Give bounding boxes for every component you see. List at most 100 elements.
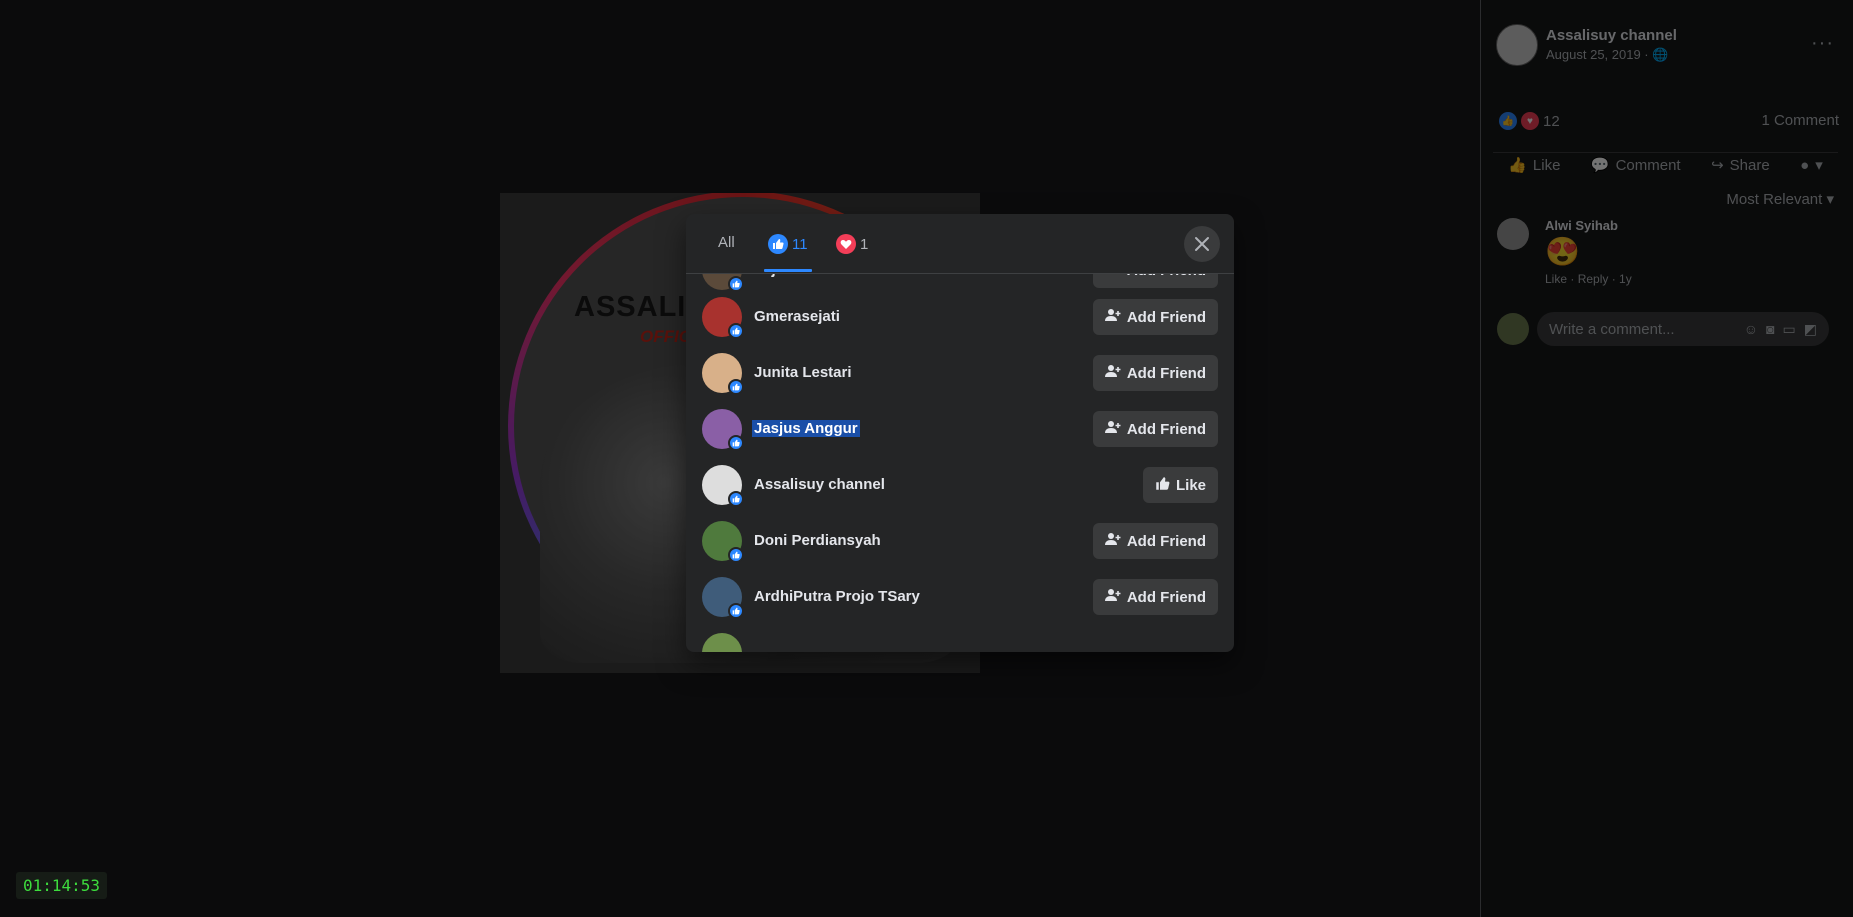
button-label: Add Friend — [1126, 532, 1206, 550]
share-button[interactable]: ↪ Share — [1711, 156, 1770, 175]
clock-timer: 01:14:53 — [16, 872, 108, 899]
reactor-row: Junita Lestari Add Friend — [686, 345, 1234, 401]
reactor-row: Gmerasejati Add Friend — [686, 289, 1234, 345]
sort-label: Most Relevant — [1726, 191, 1823, 208]
like-count: 11 — [792, 235, 808, 253]
gif-icon[interactable]: ▭ — [1783, 321, 1796, 337]
comments-count[interactable]: 1 Comment — [1761, 112, 1839, 130]
add-friend-icon — [1104, 420, 1121, 438]
like-reaction-icon — [768, 234, 788, 254]
thumbs-up-icon — [1155, 476, 1170, 495]
write-comment-input[interactable]: Write a comment... ☺ ◙ ▭ ◩ — [1537, 312, 1829, 346]
tab-love[interactable]: 1 — [836, 234, 868, 254]
current-user-avatar — [1497, 313, 1529, 345]
add-friend-icon — [1104, 308, 1121, 326]
reactor-avatar[interactable] — [702, 633, 742, 652]
close-icon — [1195, 237, 1209, 251]
reactor-name[interactable]: ArdhiPutra Projo TSary — [754, 588, 920, 605]
reaction-tabs: All 11 1 — [686, 214, 1234, 274]
add-friend-icon — [1104, 364, 1121, 382]
reactor-name[interactable]: Doni Perdiansyah — [754, 532, 881, 549]
like-reaction-icon: 👍 — [1499, 112, 1517, 130]
button-label: Like — [1175, 476, 1206, 494]
love-reaction-icon: ♥ — [1521, 112, 1539, 130]
reactor-name[interactable]: Gmerasejati — [754, 308, 840, 325]
post-actions: 👍 Like 💬 Comment ↪ Share ● ▾ — [1493, 152, 1838, 174]
commenter-avatar[interactable] — [1497, 218, 1529, 250]
audience-selector[interactable]: ● ▾ — [1800, 156, 1823, 175]
share-icon: ↪ — [1711, 157, 1724, 174]
like-badge-icon — [728, 547, 744, 563]
like-badge-icon — [728, 379, 744, 395]
comment-item: Alwi Syihab 😍 Like · Reply · 1y — [1497, 218, 1632, 286]
reactor-row: Assalisuy channel Like — [686, 457, 1234, 513]
reactor-row: ArdhiPutra Projo TSary Add Friend — [686, 569, 1234, 625]
reactions-summary: 👍 ♥ 12 1 Comment — [1499, 112, 1839, 130]
thumbs-up-icon: 👍 — [1508, 157, 1527, 174]
share-label: Share — [1729, 156, 1770, 174]
reactions-dialog: All 11 1 Fajri AnoemaaAdd FriendGmerasej… — [686, 214, 1234, 652]
button-label: Add Friend — [1127, 274, 1206, 279]
like-page-button[interactable]: Like — [1142, 467, 1218, 503]
post-author[interactable]: Assalisuy channel — [1546, 27, 1677, 44]
add-friend-button[interactable]: Add Friend — [1092, 299, 1218, 335]
like-badge-icon — [728, 603, 744, 619]
button-label: Add Friend — [1126, 588, 1206, 606]
like-button[interactable]: 👍 Like — [1508, 156, 1561, 175]
add-friend-button[interactable]: Add Friend — [1092, 523, 1218, 559]
button-label: Add Friend — [1126, 308, 1206, 326]
add-friend-button[interactable]: Add Friend — [1092, 274, 1218, 288]
like-badge-icon — [728, 323, 744, 339]
globe-icon: 🌐 — [1652, 47, 1669, 62]
profile-mini-icon: ● — [1800, 156, 1810, 174]
close-button[interactable] — [1184, 226, 1220, 262]
commenter-name[interactable]: Alwi Syihab — [1545, 218, 1632, 233]
sidebar-dim-overlay — [1481, 0, 1853, 917]
caret-down-icon: ▾ — [1826, 191, 1834, 208]
add-friend-icon — [1105, 274, 1121, 279]
like-badge-icon — [728, 435, 744, 451]
sticker-icon[interactable]: ◩ — [1804, 321, 1817, 337]
reactors-list[interactable]: Fajri Anoemaa Add Friend Gmerasejati Add Fr… — [686, 274, 1234, 652]
author-avatar[interactable] — [1496, 24, 1538, 66]
comment-reply-link[interactable]: Reply — [1578, 272, 1609, 286]
reactor-row: Doni Perdiansyah Add Friend — [686, 513, 1234, 569]
like-label: Like — [1532, 156, 1561, 174]
add-friend-button[interactable]: Add Friend — [1092, 579, 1218, 615]
more-options-button[interactable]: ··· — [1811, 32, 1834, 55]
post-header: Assalisuy channel August 25, 2019 · 🌐 — [1496, 24, 1677, 66]
reactor-row: Jasjus Anggur Add Friend — [686, 401, 1234, 457]
post-sidebar: Assalisuy channel August 25, 2019 · 🌐 ··… — [1480, 0, 1853, 917]
button-label: Add Friend — [1126, 364, 1206, 382]
post-date[interactable]: August 25, 2019 · — [1546, 47, 1652, 62]
tab-all-label: All — [718, 234, 735, 251]
comment-icon: 💬 — [1590, 157, 1610, 174]
love-reaction-icon — [836, 234, 856, 254]
reaction-count[interactable]: 12 — [1543, 113, 1560, 130]
add-friend-icon — [1104, 532, 1121, 550]
reactor-row — [686, 625, 1234, 652]
tab-all[interactable]: All — [718, 234, 735, 251]
comment-age[interactable]: 1y — [1619, 272, 1632, 286]
reactor-name[interactable]: Junita Lestari — [754, 364, 852, 381]
reactor-name[interactable]: Fajri Anoemaa — [754, 274, 857, 278]
tab-like[interactable]: 11 — [764, 234, 812, 272]
comment-like-link[interactable]: Like — [1545, 272, 1567, 286]
comment-sort[interactable]: Most Relevant ▾ — [1726, 190, 1834, 208]
reactor-name[interactable]: Assalisuy channel — [754, 476, 885, 493]
love-count: 1 — [860, 235, 869, 253]
like-badge-icon — [728, 491, 744, 507]
chevron-down-icon: ▾ — [1815, 157, 1823, 174]
button-label: Add Friend — [1126, 420, 1206, 438]
comment-label: Comment — [1615, 156, 1681, 174]
emoji-icon[interactable]: ☺ — [1744, 321, 1758, 337]
comment-emoji: 😍 — [1545, 236, 1580, 267]
comment-button[interactable]: 💬 Comment — [1590, 156, 1681, 175]
write-comment-row: Write a comment... ☺ ◙ ▭ ◩ — [1497, 312, 1829, 346]
write-comment-placeholder: Write a comment... — [1549, 320, 1675, 338]
add-friend-button[interactable]: Add Friend — [1092, 355, 1218, 391]
add-friend-button[interactable]: Add Friend — [1092, 411, 1218, 447]
camera-icon[interactable]: ◙ — [1766, 321, 1774, 337]
reactor-name[interactable]: Jasjus Anggur — [752, 420, 860, 437]
add-friend-icon — [1104, 588, 1121, 606]
